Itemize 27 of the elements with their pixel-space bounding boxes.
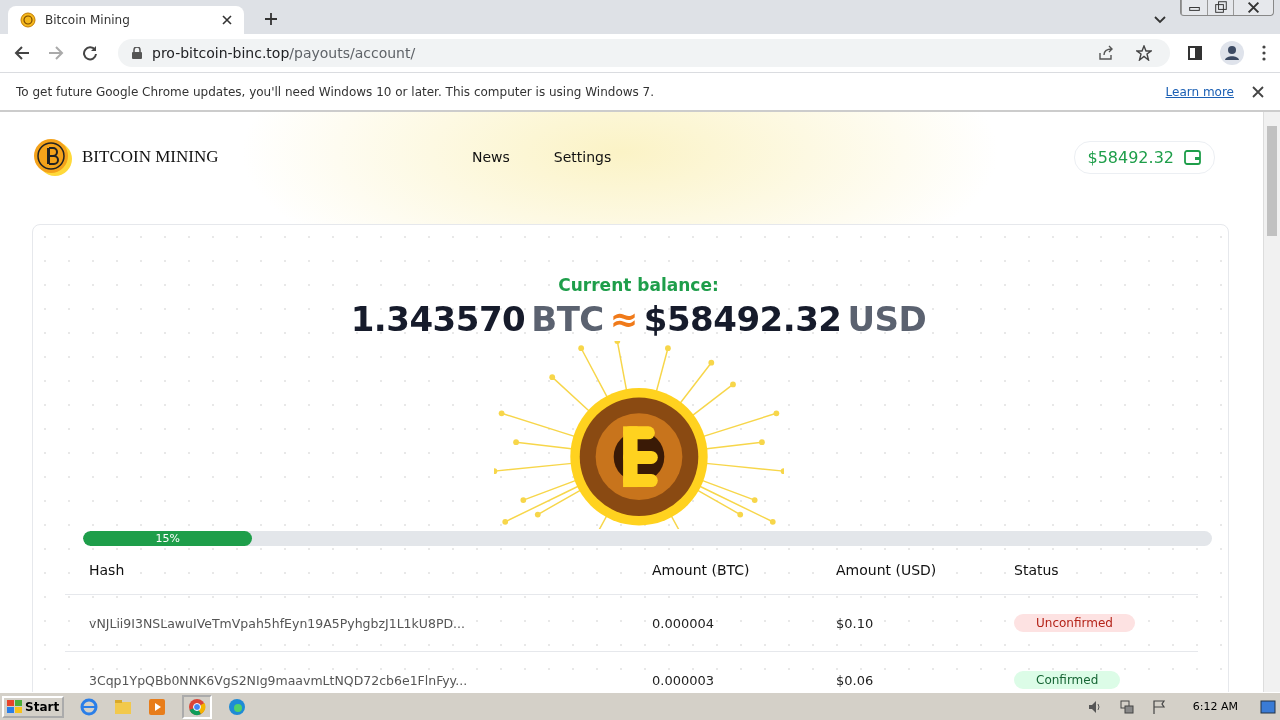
column-header: Status [1014,562,1060,578]
table-cell-text: 0.000004 [652,615,716,631]
learn-more-link[interactable]: Learn more [1165,84,1234,99]
column-header: Amount (BTC) [652,562,751,578]
nav-link[interactable]: News [472,149,510,165]
tab-title: Bitcoin Mining [45,13,131,27]
column-header: Hash [89,562,126,578]
wallet-balance-button[interactable]: $58492.32 [1074,140,1215,174]
balance-amount: 1.343570 BTC ≈ $58492.32 USD [350,299,927,339]
table-cell-text: vNJLii9I3NSLawuIVeTmVpah5hfEyn19A5PyhgbzJ1L1kU8PD... [89,615,466,631]
table-cell-text: 3Cqp1YpQBb0NNK6VgS2NIg9maavmLtNQD72cb6e1FlnFyy... [89,672,469,688]
progress-fill: 15% [83,531,253,546]
address-bar[interactable]: pro-bitcoin-binc.top/payouts/account/ [118,39,1170,67]
infobar-message: To get future Google Chrome updates, you'll need Windows 10 or later. This computer is using Windows 7. [16,84,655,99]
url-text: pro-bitcoin-binc.top/payouts/account/ [152,45,416,61]
table-cell-text: $0.06 [836,672,875,688]
table-cell-text: 0.000003 [652,672,716,688]
status-badge: Unconfirmed [1014,614,1135,632]
balance-label: Current balance: [558,275,719,295]
nav-link[interactable]: Settings [553,149,612,165]
table-cell-text: $0.10 [836,615,875,631]
column-header: Amount (USD) [836,562,938,578]
brand-name: BITCOIN MINING [82,147,219,167]
status-badge: Confirmed [1014,671,1121,689]
start-button[interactable]: Start [2,695,65,718]
clock: 6:12 AM [1192,700,1238,713]
browser-tab[interactable]: Bitcoin Mining [8,6,244,34]
